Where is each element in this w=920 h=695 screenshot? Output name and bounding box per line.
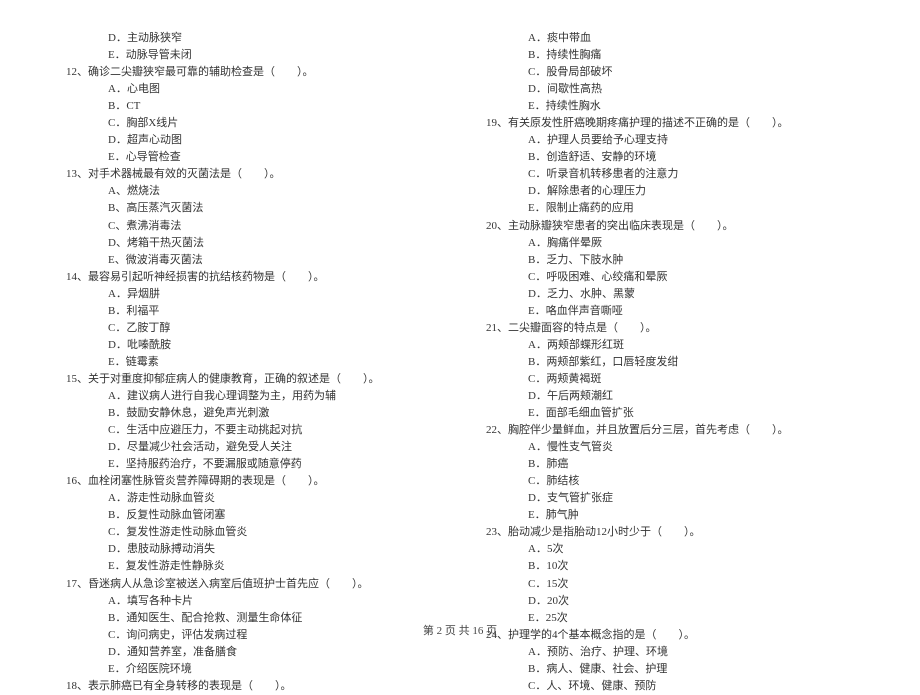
option-line: C．两颊黄褐斑 — [480, 371, 860, 388]
question-line: 22、胸腔伴少量鲜血，并且放置后分三层，首先考虑（ ）。 — [480, 422, 860, 439]
option-line: C．股骨局部破坏 — [480, 64, 860, 81]
option-line: D．主动脉狭窄 — [60, 30, 440, 47]
option-line: B．病人、健康、社会、护理 — [480, 661, 860, 678]
option-line: A．痰中带血 — [480, 30, 860, 47]
option-line: A．5次 — [480, 541, 860, 558]
option-line: B．乏力、下肢水肿 — [480, 252, 860, 269]
option-line: C．乙胺丁醇 — [60, 320, 440, 337]
exam-page-content: D．主动脉狭窄E．动脉导管未闭12、确诊二尖瓣狭窄最可靠的辅助检查是（ ）。A．… — [60, 30, 860, 695]
question-line: 23、胎动减少是指胎动12小时少于（ ）。 — [480, 524, 860, 541]
option-line: A．预防、治疗、护理、环境 — [480, 644, 860, 661]
option-line: D．午后两颊潮红 — [480, 388, 860, 405]
option-line: D．尽量减少社会活动，避免受人关注 — [60, 439, 440, 456]
option-line: B．10次 — [480, 558, 860, 575]
option-line: A．胸痛伴晕厥 — [480, 235, 860, 252]
option-line: E．动脉导管未闭 — [60, 47, 440, 64]
option-line: C．15次 — [480, 576, 860, 593]
option-line: B．持续性胸痛 — [480, 47, 860, 64]
option-line: A．两颊部蝶形红斑 — [480, 337, 860, 354]
question-line: 15、关于对重度抑郁症病人的健康教育，正确的叙述是（ ）。 — [60, 371, 440, 388]
option-line: D、烤箱干热灭菌法 — [60, 235, 440, 252]
question-line: 20、主动脉瓣狭窄患者的突出临床表现是（ ）。 — [480, 218, 860, 235]
option-line: D．20次 — [480, 593, 860, 610]
option-line: A．异烟肼 — [60, 286, 440, 303]
left-column: D．主动脉狭窄E．动脉导管未闭12、确诊二尖瓣狭窄最可靠的辅助检查是（ ）。A．… — [60, 30, 440, 695]
option-line: B．鼓励安静休息，避免声光刺激 — [60, 405, 440, 422]
option-line: A．护理人员要给予心理支持 — [480, 132, 860, 149]
option-line: D．吡嗪酰胺 — [60, 337, 440, 354]
option-line: E．限制止痛药的应用 — [480, 200, 860, 217]
option-line: C．生活中应避压力，不要主动挑起对抗 — [60, 422, 440, 439]
option-line: B．反复性动脉血管闭塞 — [60, 507, 440, 524]
option-line: E．肺气肿 — [480, 507, 860, 524]
option-line: D．解除患者的心理压力 — [480, 183, 860, 200]
option-line: E．复发性游走性静脉炎 — [60, 558, 440, 575]
option-line: D．支气管扩张症 — [480, 490, 860, 507]
option-line: D．间歇性高热 — [480, 81, 860, 98]
option-line: A．心电图 — [60, 81, 440, 98]
option-line: D．通知营养室，准备膳食 — [60, 644, 440, 661]
option-line: B．创造舒适、安静的环境 — [480, 149, 860, 166]
option-line: E．心导管检查 — [60, 149, 440, 166]
question-line: 12、确诊二尖瓣狭窄最可靠的辅助检查是（ ）。 — [60, 64, 440, 81]
question-line: 16、血栓闭塞性脉管炎营养障碍期的表现是（ ）。 — [60, 473, 440, 490]
option-line: E．持续性胸水 — [480, 98, 860, 115]
page-footer: 第 2 页 共 16 页 — [0, 622, 920, 638]
option-line: C．人、环境、健康、预防 — [480, 678, 860, 695]
option-line: B．CT — [60, 98, 440, 115]
option-line: A．建议病人进行自我心理调整为主，用药为辅 — [60, 388, 440, 405]
option-line: C．听录音机转移患者的注意力 — [480, 166, 860, 183]
option-line: C．胸部X线片 — [60, 115, 440, 132]
option-line: E．链霉素 — [60, 354, 440, 371]
option-line: C．复发性游走性动脉血管炎 — [60, 524, 440, 541]
question-line: 14、最容易引起听神经损害的抗结核药物是（ ）。 — [60, 269, 440, 286]
option-line: E．面部毛细血管扩张 — [480, 405, 860, 422]
option-line: B．利福平 — [60, 303, 440, 320]
option-line: B．两颊部紫红，口唇轻度发绀 — [480, 354, 860, 371]
option-line: D．超声心动图 — [60, 132, 440, 149]
option-line: A．填写各种卡片 — [60, 593, 440, 610]
option-line: E、微波消毒灭菌法 — [60, 252, 440, 269]
option-line: A、燃烧法 — [60, 183, 440, 200]
option-line: B．肺癌 — [480, 456, 860, 473]
option-line: C．肺结核 — [480, 473, 860, 490]
option-line: A．慢性支气管炎 — [480, 439, 860, 456]
option-line: C、煮沸消毒法 — [60, 218, 440, 235]
option-line: D．乏力、水肿、黑蒙 — [480, 286, 860, 303]
question-line: 18、表示肺癌已有全身转移的表现是（ ）。 — [60, 678, 440, 695]
option-line: A．游走性动脉血管炎 — [60, 490, 440, 507]
question-line: 17、昏迷病人从急诊室被送入病室后值班护士首先应（ ）。 — [60, 576, 440, 593]
option-line: E．咯血伴声音嘶哑 — [480, 303, 860, 320]
right-column: A．痰中带血B．持续性胸痛C．股骨局部破坏D．间歇性高热E．持续性胸水19、有关… — [480, 30, 860, 695]
question-line: 19、有关原发性肝癌晚期疼痛护理的描述不正确的是（ ）。 — [480, 115, 860, 132]
option-line: B、高压蒸汽灭菌法 — [60, 200, 440, 217]
option-line: C．呼吸困难、心绞痛和晕厥 — [480, 269, 860, 286]
question-line: 13、对手术器械最有效的灭菌法是（ ）。 — [60, 166, 440, 183]
question-line: 21、二尖瓣面容的特点是（ ）。 — [480, 320, 860, 337]
option-line: E．坚持服药治疗，不要漏服或随意停药 — [60, 456, 440, 473]
option-line: E．介绍医院环境 — [60, 661, 440, 678]
option-line: D．患肢动脉搏动消失 — [60, 541, 440, 558]
